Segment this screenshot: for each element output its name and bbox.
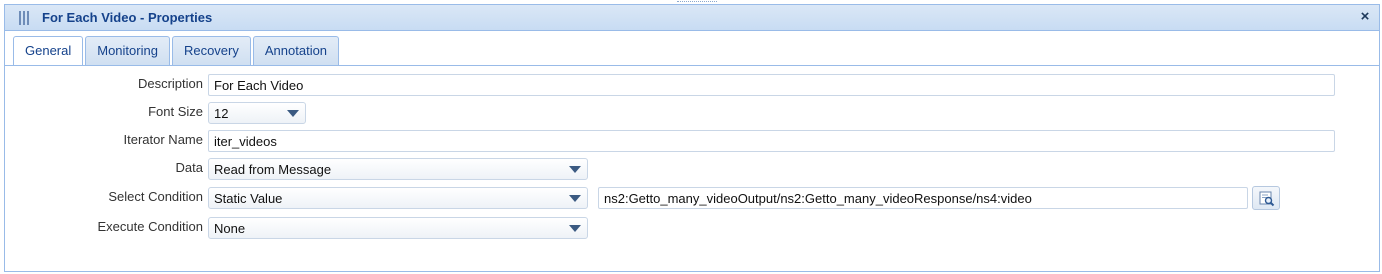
tab-annotation[interactable]: Annotation: [252, 36, 340, 66]
execute-condition-select[interactable]: None: [208, 217, 588, 239]
select-condition-expression-field[interactable]: ns2:Getto_many_videoOutput/ns2:Getto_man…: [598, 187, 1248, 209]
iterator-name-row: Iterator Name iter_videos: [5, 130, 1379, 152]
tab-recovery[interactable]: Recovery: [171, 36, 251, 66]
data-label: Data: [175, 160, 203, 175]
expression-picker-icon: [1259, 191, 1275, 207]
panel-header: For Each Video - Properties ×: [5, 5, 1379, 31]
chevron-down-icon: [287, 110, 299, 117]
execute-condition-row: Execute Condition None: [5, 217, 1379, 239]
general-tab-body: Description For Each Video Font Size 12 …: [5, 65, 1379, 271]
select-condition-value: Static Value: [214, 191, 283, 206]
execute-condition-label: Execute Condition: [97, 219, 203, 234]
description-field[interactable]: For Each Video: [208, 74, 1335, 96]
select-condition-label: Select Condition: [108, 189, 203, 204]
tab-monitoring[interactable]: Monitoring: [85, 36, 170, 66]
chevron-down-icon: [569, 195, 581, 202]
data-select[interactable]: Read from Message: [208, 158, 588, 180]
panel-title: For Each Video - Properties: [42, 10, 213, 25]
tab-bar: General Monitoring Recovery Annotation: [13, 36, 340, 67]
font-size-value: 12: [214, 106, 229, 121]
font-size-label: Font Size: [148, 104, 203, 119]
drag-handle-icon[interactable]: [19, 11, 31, 25]
execute-condition-value: None: [214, 221, 246, 236]
properties-panel: For Each Video - Properties × General Mo…: [4, 1, 1380, 272]
chevron-down-icon: [569, 166, 581, 173]
close-icon[interactable]: ×: [1357, 9, 1373, 25]
select-condition-select[interactable]: Static Value: [208, 187, 588, 209]
font-size-row: Font Size 12: [5, 102, 1379, 124]
tab-general[interactable]: General: [13, 36, 84, 67]
chevron-down-icon: [569, 225, 581, 232]
select-condition-row: Select Condition Static Value ns2:Getto_…: [5, 186, 1379, 210]
description-row: Description For Each Video: [5, 74, 1379, 96]
description-label: Description: [137, 76, 203, 91]
font-size-select[interactable]: 12: [208, 102, 306, 124]
data-value: Read from Message: [214, 162, 332, 177]
data-row: Data Read from Message: [5, 158, 1379, 180]
iterator-name-field[interactable]: iter_videos: [208, 130, 1335, 152]
expression-picker-button[interactable]: [1252, 186, 1280, 210]
iterator-name-label: Iterator Name: [123, 132, 203, 147]
